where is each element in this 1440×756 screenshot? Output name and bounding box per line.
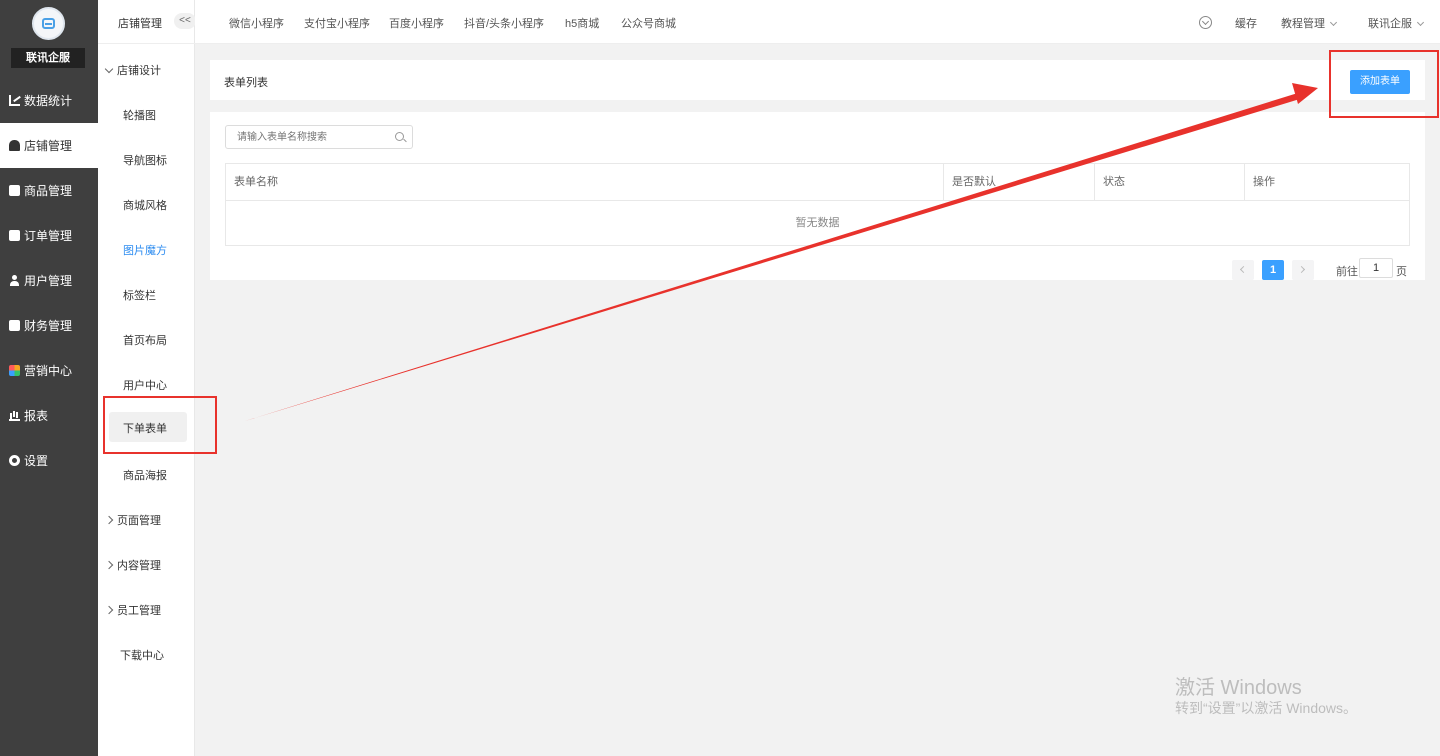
- arrowhead: [1292, 83, 1318, 104]
- activation-watermark-title: 激活 Windows: [1175, 677, 1302, 699]
- activation-watermark-subtitle: 转到“设置”以激活 Windows。: [1175, 700, 1358, 716]
- annotation-arrow: [245, 83, 1318, 421]
- arrow-shape: [245, 92, 1303, 421]
